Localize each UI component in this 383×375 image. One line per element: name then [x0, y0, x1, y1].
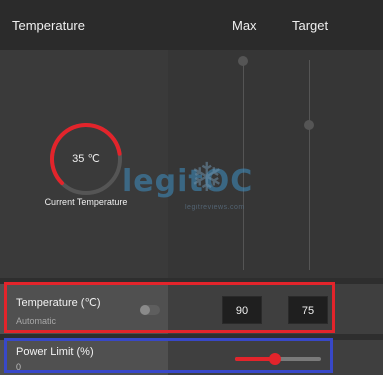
target-slider-handle[interactable]	[304, 120, 314, 130]
column-target-label: Target	[292, 18, 329, 33]
power-limit-highlight-box	[4, 338, 333, 373]
column-max-label: Max	[232, 18, 257, 33]
temperature-highlight-box	[4, 282, 335, 333]
header-title: Temperature	[12, 18, 85, 33]
snowflake-icon: ❄	[190, 156, 224, 200]
header-bar: Temperature Max Target	[0, 0, 383, 50]
watermark-subtext: legitreviews.com	[185, 204, 245, 211]
target-slider-track[interactable]	[309, 60, 310, 270]
watermark-logo: legitOC	[122, 164, 254, 199]
max-slider-handle[interactable]	[238, 56, 248, 66]
current-temperature-value: 35 ℃	[72, 153, 100, 165]
